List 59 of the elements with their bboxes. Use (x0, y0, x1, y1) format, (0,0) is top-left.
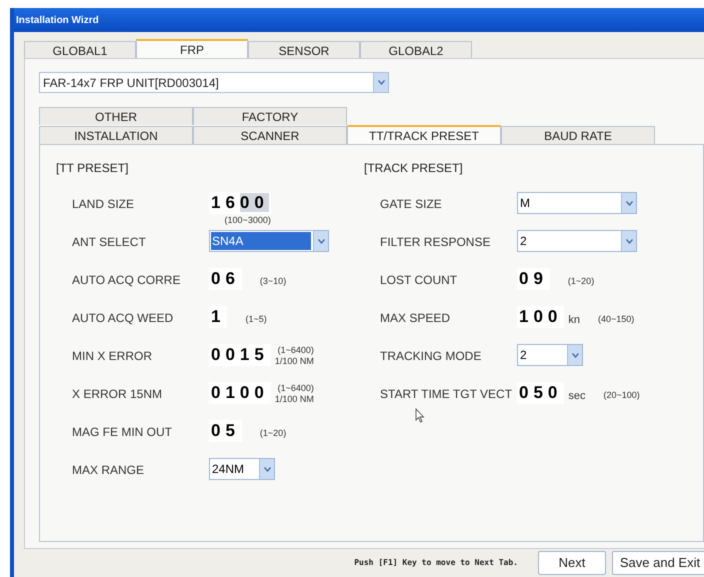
tab[interactable]: INSTALLATION (39, 126, 193, 144)
next-button[interactable]: Next (538, 551, 606, 575)
field-label: ANT SELECT (72, 234, 147, 251)
field-label: LAND SIZE (72, 196, 136, 213)
tab[interactable]: TT/TRACK PRESET (347, 125, 501, 144)
unit-dropdown[interactable]: FAR-14x7 FRP UNIT[RD003014] (39, 72, 389, 93)
digit-field[interactable]: 100 (517, 306, 564, 328)
field-label: MAG FE MIN OUT (72, 424, 173, 441)
range-note: (1~6400) (278, 345, 314, 356)
tab[interactable]: OTHER (39, 107, 193, 125)
tab[interactable]: SCANNER (193, 126, 347, 144)
unit-note: 1/100 NM (274, 394, 314, 405)
range-note: (1~20) (260, 428, 286, 439)
field-label: GATE SIZE (380, 196, 443, 213)
dropdown-field[interactable]: M (517, 192, 637, 214)
tab[interactable]: FRP (136, 39, 248, 58)
field-label: AUTO ACQ CORRE (72, 272, 182, 289)
field-label: START TIME TGT VECT (380, 386, 514, 403)
dropdown-field[interactable]: 24NM (209, 458, 275, 480)
range-note: (40~150) (598, 314, 634, 325)
digit-field[interactable]: 050 (517, 382, 564, 404)
window-title: Installation Wizrd (16, 14, 99, 28)
field-label: X ERROR 15NM (72, 386, 164, 403)
digit-field[interactable]: 1 (209, 306, 228, 328)
digit-field[interactable]: 06 (209, 268, 242, 290)
field-label: MAX RANGE (72, 462, 146, 479)
field-label: AUTO ACQ WEED (72, 310, 174, 327)
dropdown-field[interactable]: SN4A (209, 230, 329, 252)
dropdown-field[interactable]: 2 (517, 230, 637, 252)
field-label: MIN X ERROR (72, 348, 154, 365)
tab[interactable]: FACTORY (193, 107, 347, 125)
unit-label: sec (568, 389, 586, 404)
range-note: (1~20) (568, 276, 594, 287)
digit-field[interactable]: 09 (517, 268, 550, 290)
digit-field[interactable]: 0015 (209, 344, 271, 366)
hint-text: Push [F1] Key to move to Next Tab. (354, 557, 518, 569)
tab[interactable]: BAUD RATE (501, 126, 655, 144)
section-heading: [TT PRESET] (56, 160, 130, 177)
digit-field[interactable]: 16 00 (209, 192, 271, 214)
save-exit-button[interactable]: Save and Exit (612, 551, 704, 575)
field-label: TRACKING MODE (380, 348, 482, 365)
range-note: (1~5) (245, 314, 267, 325)
section-heading: [TRACK PRESET] (364, 160, 464, 177)
mouse-pointer-icon (415, 408, 425, 423)
range-note: (3~10) (260, 276, 286, 287)
tab[interactable]: SENSOR (248, 41, 360, 58)
unit-note: 1/100 NM (274, 356, 314, 367)
field-label: MAX SPEED (380, 310, 452, 327)
range-note: (1~6400) (278, 383, 314, 394)
tab[interactable]: GLOBAL2 (360, 41, 472, 58)
field-label: LOST COUNT (380, 272, 458, 289)
range-note: (100~3000) (224, 214, 271, 227)
unit-label: kn (568, 313, 580, 328)
dropdown-field[interactable]: 2 (517, 344, 583, 366)
field-label: FILTER RESPONSE (380, 234, 492, 251)
range-note: (20~100) (604, 390, 640, 401)
tab[interactable]: GLOBAL1 (24, 41, 136, 58)
digit-field[interactable]: 05 (209, 420, 242, 442)
digit-field[interactable]: 0100 (209, 382, 271, 404)
